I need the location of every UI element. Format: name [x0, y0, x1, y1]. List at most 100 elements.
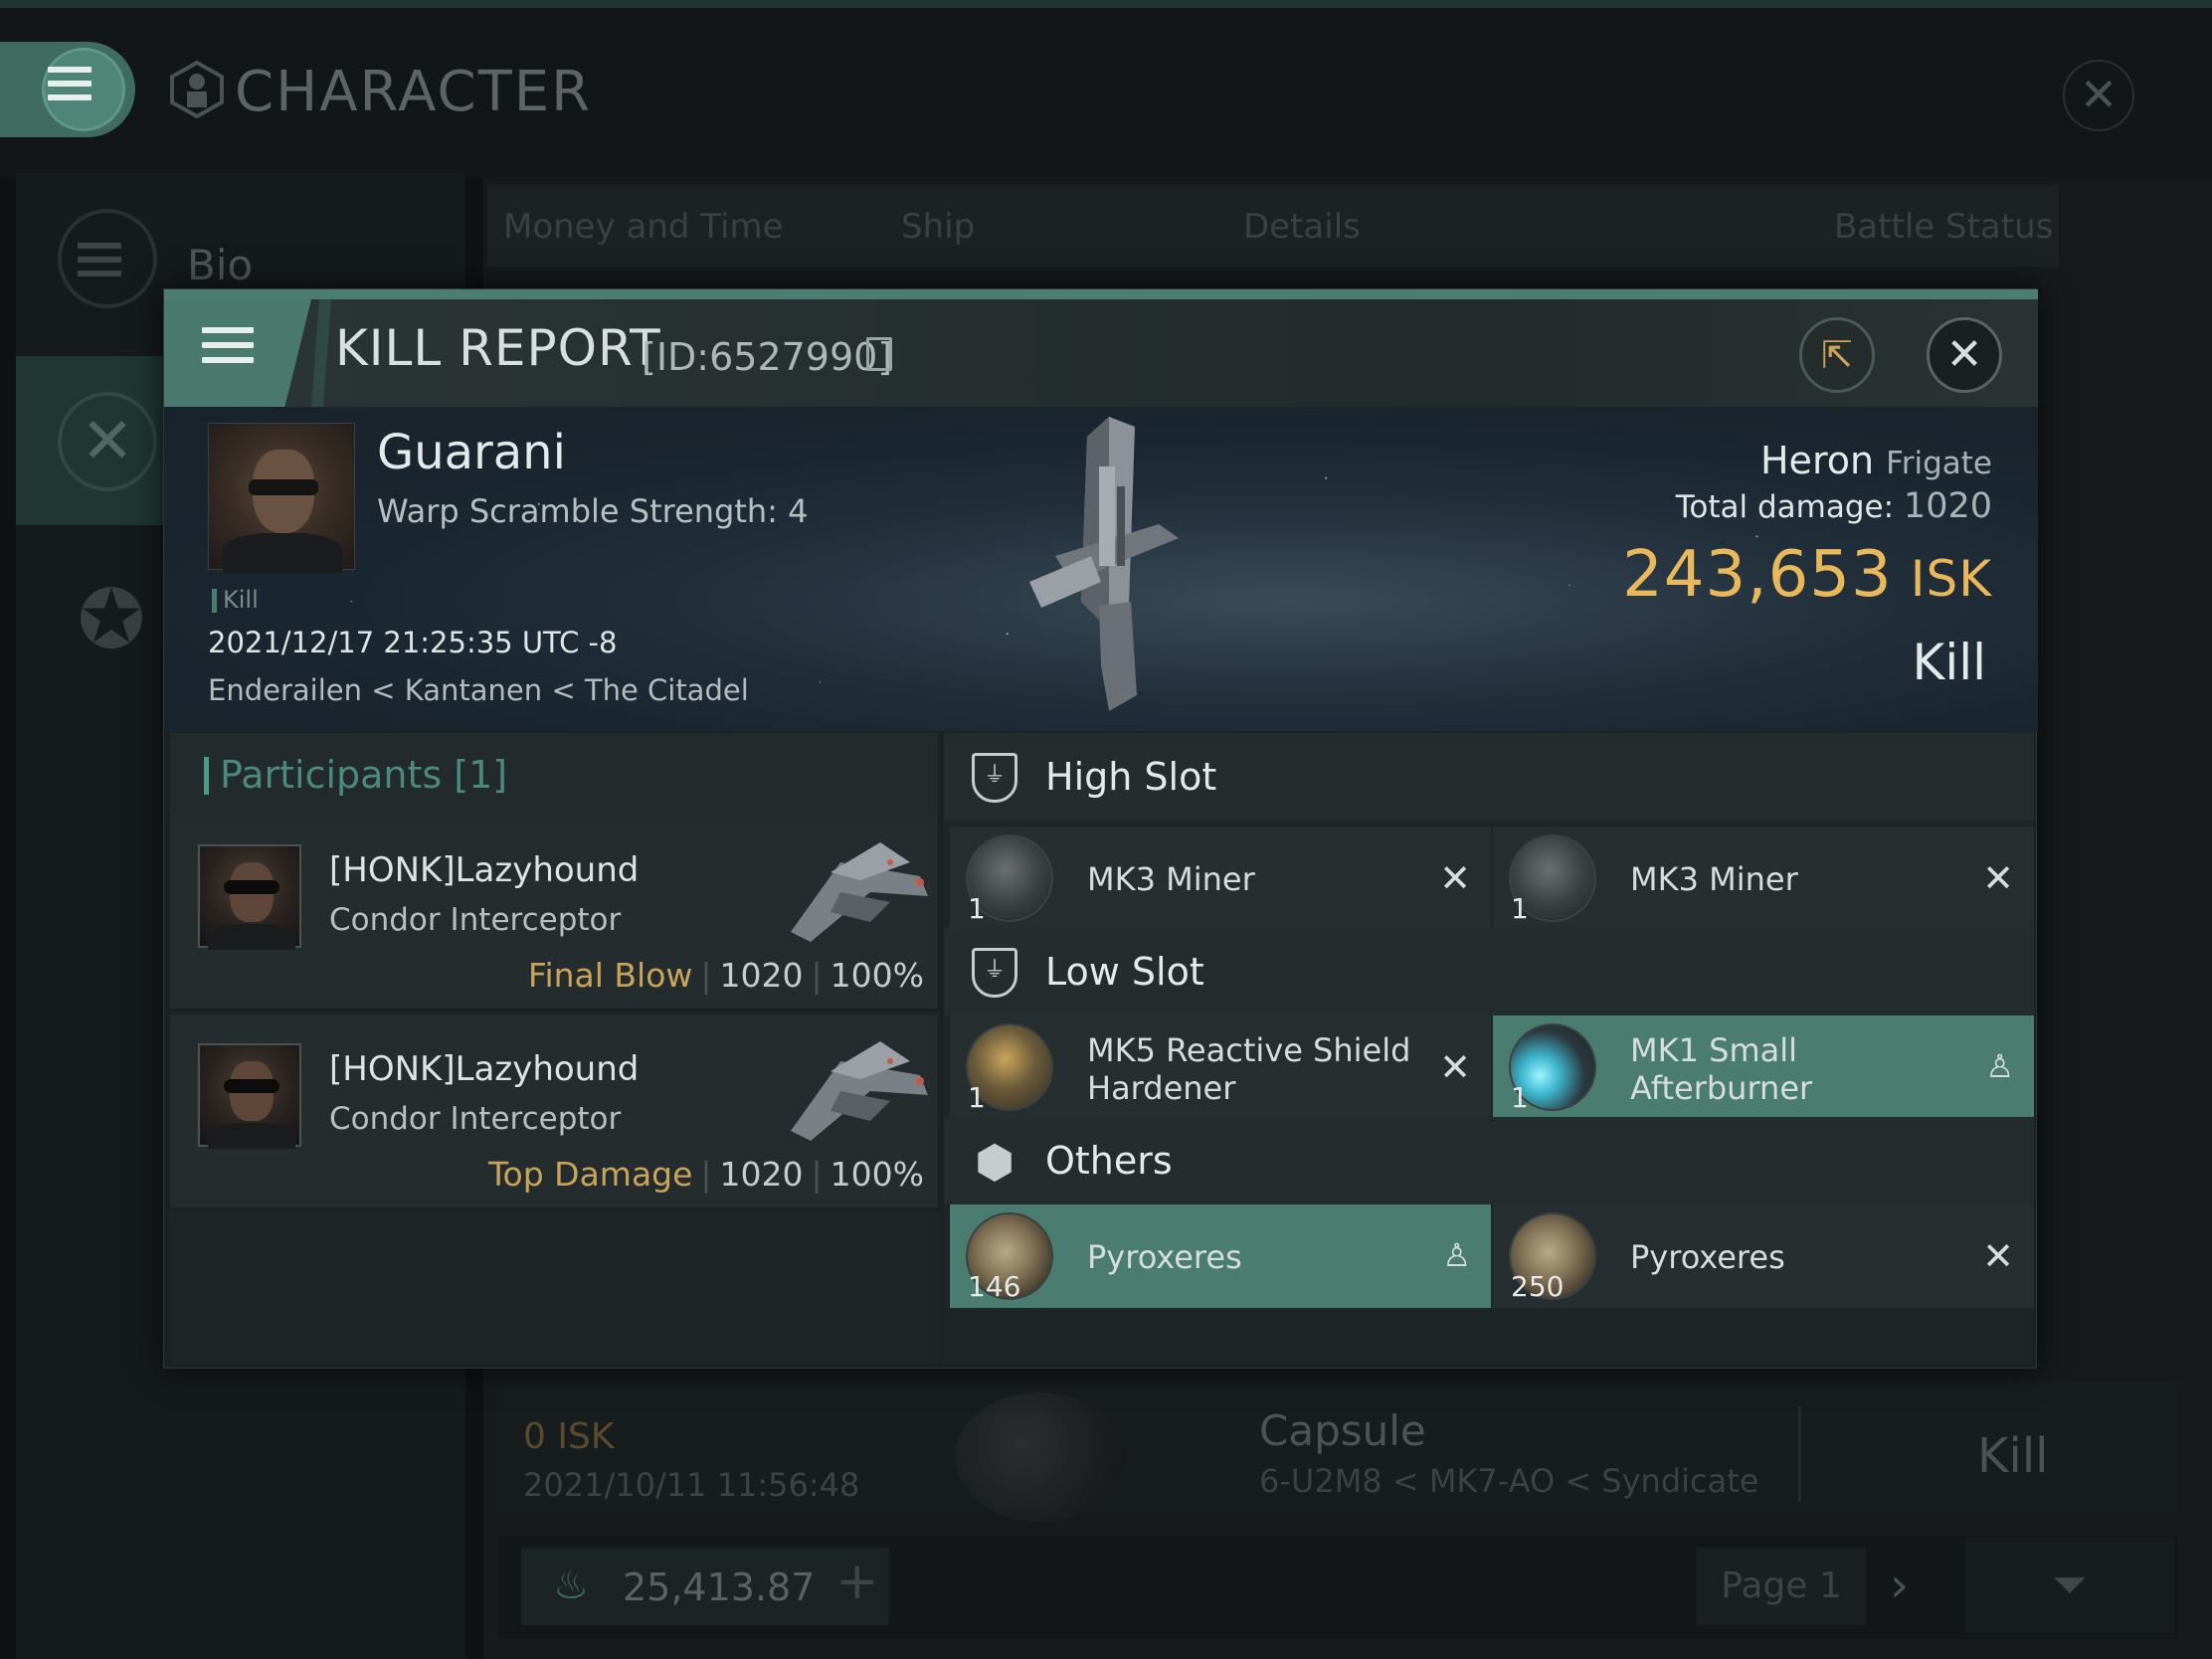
tab-money-and-time[interactable]: Money and Time — [503, 207, 784, 247]
character-icon — [170, 60, 224, 119]
participant-ship: Condor Interceptor — [329, 1101, 622, 1137]
dialog-close-button[interactable]: ✕ — [1927, 317, 2002, 393]
dropped-person-icon: ♙ — [1442, 1236, 1471, 1274]
participants-label: Participants [1] — [220, 753, 508, 797]
dialog-accent-stripe — [164, 289, 2038, 299]
destroyed-icon: ✕ — [1982, 856, 2014, 900]
row-location: 6-U2M8 < MK7-AO < Syndicate — [1259, 1462, 1759, 1500]
module-item[interactable]: 1 MK3 Miner ✕ — [950, 827, 1491, 930]
participants-empty-area — [170, 1214, 938, 1364]
participant-role: Top Damage — [487, 1155, 693, 1194]
kill-timestamp: 2021/12/17 21:25:35 UTC -8 — [208, 626, 618, 659]
module-item[interactable]: 1 MK5 Reactive Shield Hardener ✕ — [950, 1015, 1491, 1119]
module-name: MK3 Miner — [1087, 860, 1255, 898]
wallet-balance: 25,413.87 — [623, 1566, 816, 1609]
hamburger-icon — [48, 67, 92, 100]
hamburger-icon — [78, 243, 121, 276]
sidebar-item-label: Bio — [187, 241, 254, 289]
header-edge — [311, 299, 331, 407]
kill-tag-label: Kill — [223, 586, 259, 614]
participant-name: [HONK]Lazyhound — [329, 1049, 640, 1089]
participant-name: [HONK]Lazyhound — [329, 850, 640, 890]
module-quantity: 1 — [968, 892, 986, 925]
row-date: 2021/10/11 11:56:48 — [523, 1466, 860, 1504]
participant-row[interactable]: [HONK]Lazyhound Condor Interceptor Top D… — [170, 1015, 938, 1210]
row-result: Kill — [1977, 1428, 2049, 1484]
module-quantity: 1 — [968, 1081, 986, 1114]
module-item[interactable]: 250 Pyroxeres ✕ — [1493, 1204, 2034, 1308]
tab-ship[interactable]: Ship — [901, 207, 975, 247]
destroyed-icon: ✕ — [1982, 1234, 2014, 1278]
participant-percent: 100% — [830, 956, 924, 995]
victim-name[interactable]: Guarani — [377, 425, 566, 480]
participant-ship: Condor Interceptor — [329, 902, 622, 938]
tab-details[interactable]: Details — [1243, 207, 1361, 247]
condor-ship-image — [791, 842, 928, 942]
participant-portrait[interactable] — [198, 844, 301, 950]
dialog-menu-button[interactable] — [164, 299, 311, 407]
module-quantity: 146 — [968, 1270, 1021, 1303]
module-item[interactable]: 1 MK3 Miner ✕ — [1493, 827, 2034, 930]
participant-stats: Top Damage | 1020 | 100% — [487, 1155, 924, 1194]
others-label: Others — [1045, 1139, 1173, 1183]
others-header: ⬢ Others — [944, 1117, 2034, 1204]
kill-location[interactable]: Enderailen < Kantanen < The Citadel — [208, 673, 749, 707]
add-funds-button[interactable]: + — [835, 1552, 879, 1611]
next-page-button[interactable]: › — [1890, 1558, 1909, 1613]
module-item[interactable]: 1 MK1 Small Afterburner ♙ — [1493, 1015, 2034, 1119]
row-divider — [1798, 1406, 1801, 1502]
heron-ship-image — [1029, 417, 1179, 711]
page-indicator[interactable]: Page 1 — [1697, 1548, 1866, 1625]
participants-header: Participants [1] — [170, 733, 938, 817]
cargo-box-icon: ⬢ — [974, 1135, 1015, 1189]
participant-percent: 100% — [830, 1155, 924, 1194]
share-icon: ⇱ — [1821, 333, 1853, 377]
kill-result: Kill — [1912, 634, 1986, 691]
module-name: Pyroxeres — [1630, 1238, 1785, 1276]
module-name: MK5 Reactive Shield Hardener — [1087, 1031, 1411, 1107]
window-close-button[interactable]: ✕ — [2063, 60, 2134, 131]
star-icon: ✪ — [77, 573, 146, 667]
total-damage: Total damage: 1020 — [1676, 486, 1992, 526]
close-icon: ✕ — [1945, 329, 1983, 380]
dialog-header: KILL REPORT [ID:6527990] ⇱ ✕ — [164, 299, 2038, 407]
destroyed-icon: ✕ — [1439, 856, 1471, 900]
participant-stats: Final Blow | 1020 | 100% — [527, 956, 924, 995]
module-name: Pyroxeres — [1087, 1238, 1242, 1276]
row-isk: 0 ISK — [523, 1416, 615, 1457]
kill-id: [ID:6527990] — [642, 335, 893, 379]
kill-tag: Kill — [212, 586, 259, 614]
low-slot-icon: ⏚ — [972, 948, 1017, 998]
filter-icon: ⏷ — [2052, 1560, 2088, 1610]
copy-icon[interactable] — [866, 337, 892, 371]
victim-portrait[interactable] — [208, 423, 355, 573]
module-name: MK1 Small Afterburner — [1630, 1031, 1813, 1107]
high-slot-label: High Slot — [1045, 755, 1217, 799]
dropped-person-icon: ♙ — [1985, 1047, 2014, 1085]
participant-row[interactable]: [HONK]Lazyhound Condor Interceptor Final… — [170, 817, 938, 1012]
share-button[interactable]: ⇱ — [1799, 317, 1875, 393]
tab-battle-status[interactable]: Battle Status — [1834, 207, 2053, 247]
filter-button[interactable]: ⏷ — [1965, 1538, 2174, 1633]
module-quantity: 1 — [1511, 1081, 1529, 1114]
ship-class: Frigate — [1886, 446, 1992, 481]
top-accent-line — [0, 0, 2212, 8]
main-menu-button[interactable] — [0, 42, 135, 137]
participant-role: Final Blow — [527, 956, 693, 995]
module-quantity: 1 — [1511, 892, 1529, 925]
high-slot-icon: ⏚ — [972, 753, 1017, 803]
high-slot-header: ⏚ High Slot — [944, 733, 2034, 821]
kill-report-dialog: KILL REPORT [ID:6527990] ⇱ ✕ Guarani War… — [163, 288, 2038, 1369]
participant-portrait[interactable] — [198, 1043, 301, 1149]
participant-damage: 1020 — [719, 956, 804, 995]
destroyed-icon: ✕ — [1439, 1045, 1471, 1089]
total-damage-value: 1020 — [1903, 486, 1992, 526]
module-item[interactable]: 146 Pyroxeres ♙ — [950, 1204, 1491, 1308]
condor-ship-image — [791, 1041, 928, 1141]
participants-panel: Participants [1] [HONK]Lazyhound Condor … — [170, 733, 938, 1364]
participant-damage: 1020 — [719, 1155, 804, 1194]
victim-ship[interactable]: Heron Frigate — [1760, 439, 1992, 482]
module-name: MK3 Miner — [1630, 860, 1798, 898]
low-slot-header: ⏚ Low Slot — [944, 928, 2034, 1015]
module-quantity: 250 — [1511, 1270, 1565, 1303]
